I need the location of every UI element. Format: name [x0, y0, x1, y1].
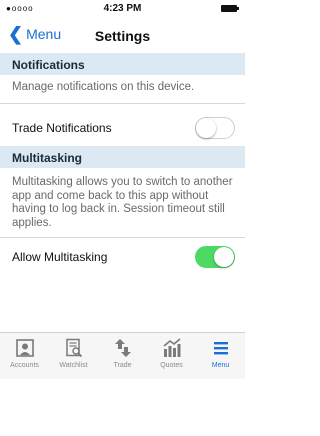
watchlist-icon: [63, 338, 85, 358]
notifications-description: Manage notifications on this device.: [12, 81, 195, 93]
tab-label: Quotes: [160, 362, 183, 369]
divider: [0, 237, 245, 238]
trade-notifications-row: Trade Notifications: [0, 113, 245, 143]
status-time: 4:23 PM: [103, 3, 142, 14]
allow-multitasking-row: Allow Multitasking: [0, 242, 245, 272]
battery-icon: [221, 5, 239, 12]
page-title: Settings: [94, 28, 151, 44]
multitasking-description: Multitasking allows you to switch to ano…: [12, 176, 233, 229]
tab-watchlist[interactable]: Watchlist: [49, 333, 98, 379]
quotes-icon: [161, 338, 183, 358]
allow-multitasking-label: Allow Multitasking: [12, 250, 108, 264]
tab-label: Menu: [211, 362, 230, 369]
tab-label: Accounts: [10, 362, 39, 369]
tab-label: Watchlist: [59, 362, 88, 369]
accounts-icon: [14, 338, 36, 358]
section-header-multitasking: Multitasking: [0, 146, 245, 168]
section-header-notifications: Notifications: [0, 53, 245, 75]
toggle-knob: [214, 247, 234, 267]
menu-icon: [210, 338, 232, 358]
trade-notifications-label: Trade Notifications: [12, 121, 112, 135]
tab-menu[interactable]: Menu: [196, 333, 245, 379]
allow-multitasking-toggle[interactable]: [195, 246, 235, 268]
toggle-knob: [196, 118, 216, 138]
status-bar: ●oooo 4:23 PM: [0, 0, 245, 18]
tab-accounts[interactable]: Accounts: [0, 333, 49, 379]
tab-quotes[interactable]: Quotes: [147, 333, 196, 379]
divider: [0, 103, 245, 104]
trade-notifications-toggle[interactable]: [195, 117, 235, 139]
nav-bar: ❮ Menu Settings: [0, 18, 245, 52]
trade-icon: [112, 338, 134, 358]
tab-trade[interactable]: Trade: [98, 333, 147, 379]
tab-bar: Accounts Watchlist Trade Quotes Menu: [0, 332, 245, 379]
tab-label: Trade: [113, 362, 132, 369]
